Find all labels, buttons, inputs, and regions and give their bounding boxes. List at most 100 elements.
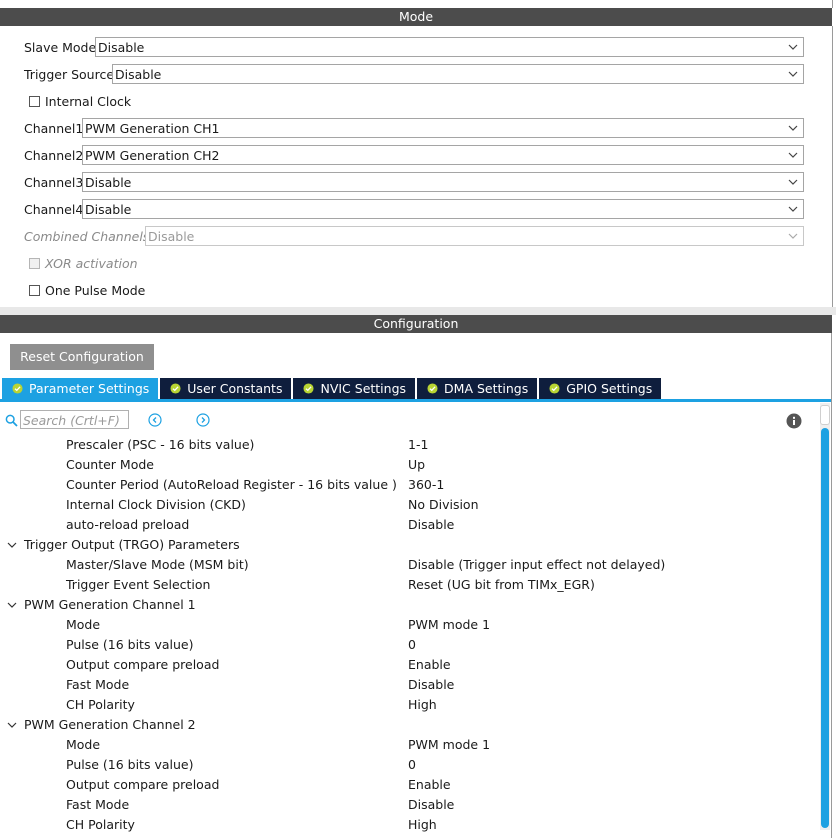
internal-clock-checkbox-row[interactable]: Internal Clock <box>29 91 131 111</box>
param-value[interactable]: 1-1 <box>408 435 428 455</box>
param-name: Mode <box>66 737 101 752</box>
check-circle-icon <box>427 383 438 394</box>
check-circle-icon <box>303 383 315 394</box>
tab-parameter-settings[interactable]: Parameter Settings <box>2 378 159 399</box>
param-row[interactable]: Mode PWM mode 1 <box>0 615 810 635</box>
slave-mode-select[interactable]: Disable <box>95 37 804 57</box>
scroll-up-button[interactable] <box>820 405 830 425</box>
config-tabs: Parameter Settings User Constants NVIC S… <box>2 378 663 399</box>
param-group[interactable]: PWM Generation Channel 2 <box>0 715 810 735</box>
tab-dma-settings[interactable]: DMA Settings <box>417 378 538 399</box>
param-row[interactable]: Fast Mode Disable <box>0 795 810 815</box>
channel2-row: Channel2 <box>24 145 85 165</box>
param-row[interactable]: auto-reload preload Disable <box>0 515 810 535</box>
param-row[interactable]: CH Polarity High <box>0 815 810 835</box>
param-name: Prescaler (PSC - 16 bits value) <box>66 437 255 452</box>
circle-right-icon[interactable] <box>196 413 210 427</box>
channel3-row: Channel3 <box>24 172 85 192</box>
search-icon <box>5 414 18 427</box>
one-pulse-mode-checkbox-row[interactable]: One Pulse Mode <box>29 280 145 300</box>
param-value[interactable]: Disable (Trigger input effect not delaye… <box>408 555 665 575</box>
param-name: CH Polarity <box>66 697 135 712</box>
param-row[interactable]: Internal Clock Division (CKD) No Divisio… <box>0 495 810 515</box>
tab-user-constants[interactable]: User Constants <box>160 378 292 399</box>
param-value[interactable]: Disable <box>408 795 454 815</box>
param-row[interactable]: Prescaler (PSC - 16 bits value) 1-1 <box>0 435 810 455</box>
param-row[interactable]: Fast Mode Disable <box>0 675 810 695</box>
param-name: Counter Period (AutoReload Register - 16… <box>66 477 397 492</box>
channel2-value: PWM Generation CH2 <box>85 147 220 163</box>
param-row[interactable]: Pulse (16 bits value) 0 <box>0 635 810 655</box>
param-value[interactable]: Enable <box>408 775 451 795</box>
channel2-select[interactable]: PWM Generation CH2 <box>82 145 804 165</box>
channel1-select[interactable]: PWM Generation CH1 <box>82 118 804 138</box>
param-group-name: Trigger Output (TRGO) Parameters <box>24 537 240 552</box>
chevron-down-icon <box>788 206 798 212</box>
param-value[interactable]: Up <box>408 455 425 475</box>
param-group-name: PWM Generation Channel 2 <box>24 717 196 732</box>
search-input[interactable]: Search (Crtl+F) <box>20 410 129 429</box>
param-value[interactable]: Reset (UG bit from TIMx_EGR) <box>408 575 595 595</box>
param-value[interactable]: High <box>408 815 437 835</box>
chevron-down-icon[interactable] <box>6 719 18 731</box>
tab-underline <box>0 399 832 402</box>
param-row[interactable]: Counter Period (AutoReload Register - 16… <box>0 475 810 495</box>
param-row[interactable]: Master/Slave Mode (MSM bit) Disable (Tri… <box>0 555 810 575</box>
param-name: Internal Clock Division (CKD) <box>66 497 246 512</box>
channel1-row: Channel1 <box>24 118 85 138</box>
param-value[interactable]: Disable <box>408 675 454 695</box>
chevron-down-icon <box>788 125 798 131</box>
param-value[interactable]: 0 <box>408 755 416 775</box>
scrollbar-thumb[interactable] <box>821 428 829 828</box>
xor-activation-checkbox <box>29 257 40 269</box>
param-row[interactable]: Pulse (16 bits value) 0 <box>0 755 810 775</box>
param-name: Fast Mode <box>66 677 130 692</box>
tab-gpio-settings[interactable]: GPIO Settings <box>539 378 662 399</box>
param-group[interactable]: Trigger Output (TRGO) Parameters <box>0 535 810 555</box>
param-value[interactable]: Disable <box>408 515 454 535</box>
top-strip <box>0 0 833 8</box>
param-group-name: PWM Generation Channel 1 <box>24 597 196 612</box>
param-value[interactable]: High <box>408 695 437 715</box>
param-row[interactable]: Output compare preload Enable <box>0 655 810 675</box>
channel1-value: PWM Generation CH1 <box>85 120 220 136</box>
chevron-down-icon[interactable] <box>6 539 18 551</box>
param-row[interactable]: Output compare preload Enable <box>0 775 810 795</box>
trigger-source-select[interactable]: Disable <box>112 64 804 84</box>
param-value[interactable]: Enable <box>408 655 451 675</box>
param-group[interactable]: PWM Generation Channel 1 <box>0 595 810 615</box>
tab-label: NVIC Settings <box>320 381 407 396</box>
xor-activation-checkbox-row: XOR activation <box>29 253 138 273</box>
circle-left-icon[interactable] <box>148 413 162 427</box>
slave-mode-value: Disable <box>98 39 145 55</box>
param-name: Master/Slave Mode (MSM bit) <box>66 557 249 572</box>
param-row[interactable]: Counter Mode Up <box>0 455 810 475</box>
param-row[interactable]: CH Polarity High <box>0 695 810 715</box>
param-value[interactable]: 360-1 <box>408 475 444 495</box>
param-value[interactable]: PWM mode 1 <box>408 735 490 755</box>
info-icon[interactable] <box>786 413 802 429</box>
param-name: auto-reload preload <box>66 517 190 532</box>
one-pulse-mode-checkbox[interactable] <box>29 284 40 296</box>
param-name: Pulse (16 bits value) <box>66 757 194 772</box>
param-value[interactable]: 0 <box>408 635 416 655</box>
chevron-down-icon <box>788 179 798 185</box>
channel4-label: Channel4 <box>24 201 84 217</box>
tab-nvic-settings[interactable]: NVIC Settings <box>293 378 416 399</box>
param-row[interactable]: Mode PWM mode 1 <box>0 735 810 755</box>
internal-clock-checkbox[interactable] <box>29 95 40 107</box>
reset-configuration-button[interactable]: Reset Configuration <box>10 344 154 370</box>
channel1-label: Channel1 <box>24 120 84 136</box>
check-circle-icon <box>170 383 181 394</box>
combined-channels-row: Combined Channels <box>24 226 151 246</box>
chevron-down-icon[interactable] <box>6 599 18 611</box>
param-value[interactable]: PWM mode 1 <box>408 615 490 635</box>
channel2-label: Channel2 <box>24 147 84 163</box>
slave-mode-row: Slave Mode <box>24 37 98 57</box>
chevron-down-icon <box>788 44 798 50</box>
param-value[interactable]: No Division <box>408 495 479 515</box>
channel4-select[interactable]: Disable <box>82 199 804 219</box>
param-row[interactable]: Trigger Event Selection Reset (UG bit fr… <box>0 575 810 595</box>
internal-clock-label: Internal Clock <box>45 93 132 109</box>
channel3-select[interactable]: Disable <box>82 172 804 192</box>
